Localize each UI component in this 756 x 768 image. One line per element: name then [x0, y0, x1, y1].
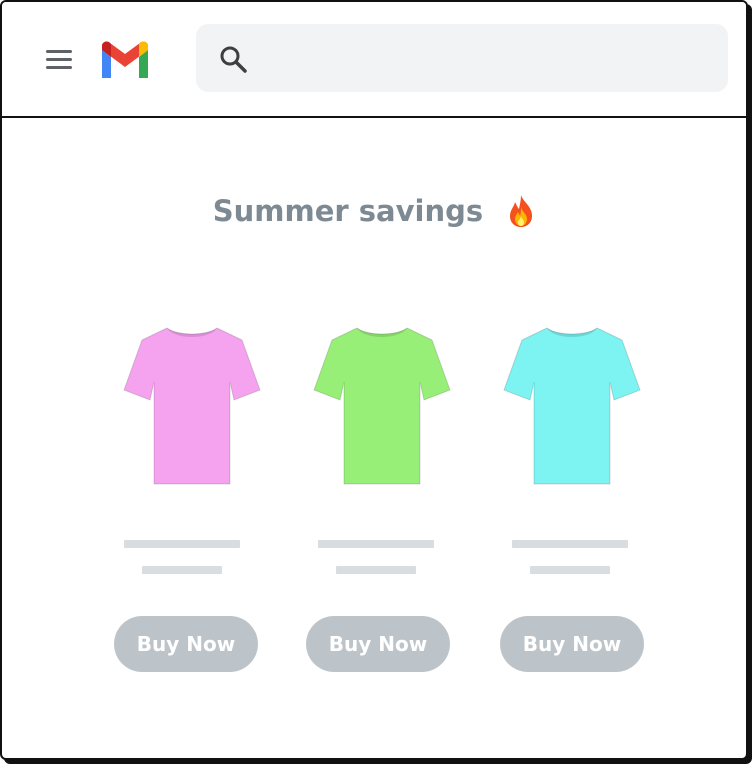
gmail-logo-icon[interactable]: [98, 38, 152, 82]
product-title-placeholder: [318, 540, 434, 548]
buy-now-button[interactable]: Buy Now: [306, 616, 450, 672]
product-price-placeholder: [530, 566, 610, 574]
fire-emoji-icon: [510, 195, 533, 227]
product-card: [308, 322, 458, 497]
product-title-placeholder: [512, 540, 628, 548]
buy-now-button[interactable]: Buy Now: [500, 616, 644, 672]
search-input[interactable]: [262, 38, 706, 80]
hamburger-menu-icon[interactable]: [42, 46, 78, 74]
email-headline: Summer savings: [2, 192, 746, 228]
headline-text: Summer savings: [212, 194, 484, 228]
product-price-placeholder: [336, 566, 416, 574]
buy-now-button[interactable]: Buy Now: [114, 616, 258, 672]
email-window: Summer savings Buy Now Buy Now Buy Now: [0, 0, 748, 760]
product-card: [118, 322, 268, 497]
tshirt-image[interactable]: [122, 322, 262, 497]
search-icon[interactable]: [218, 44, 248, 74]
tshirt-image[interactable]: [502, 322, 642, 497]
product-price-placeholder: [142, 566, 222, 574]
tshirt-image[interactable]: [312, 322, 452, 497]
search-bar[interactable]: [196, 24, 728, 92]
top-bar: [2, 2, 746, 118]
product-title-placeholder: [124, 540, 240, 548]
product-card: [498, 322, 648, 497]
